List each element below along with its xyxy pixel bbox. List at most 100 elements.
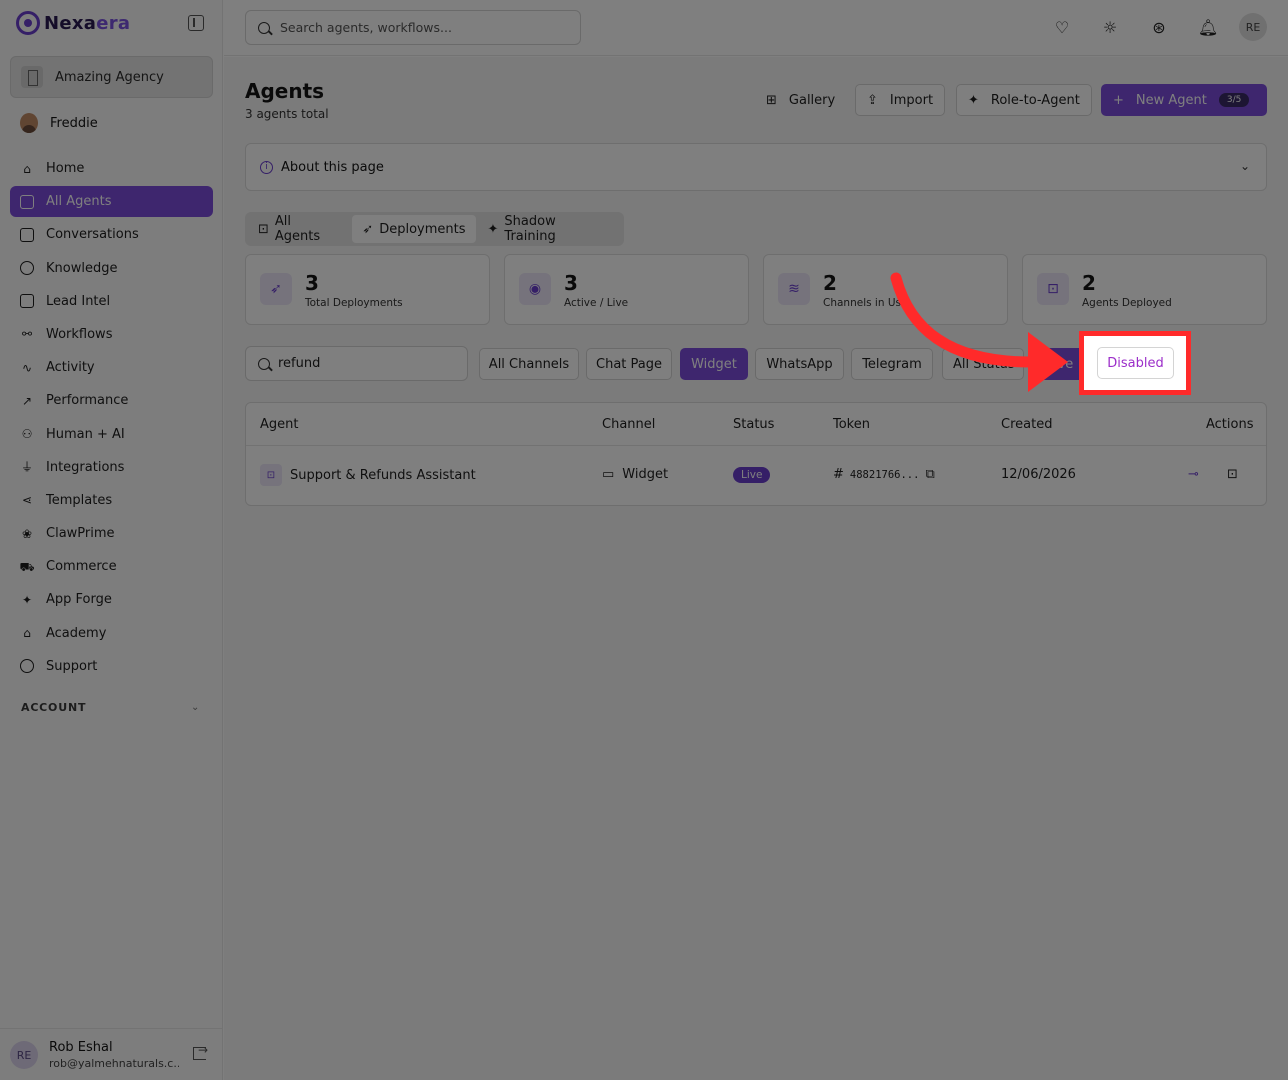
sidebar-item-home[interactable]: ⌂ Home	[10, 153, 213, 184]
sidebar-item-workflows[interactable]: ⚯ Workflows	[10, 319, 213, 350]
gallery-button[interactable]: ⊞ Gallery	[754, 84, 847, 116]
search-icon	[258, 21, 270, 34]
sidebar-item-templates[interactable]: ⋖ Templates	[10, 485, 213, 516]
stat-channels-in-use: ≋ 2 Channels in Use	[763, 254, 1008, 325]
sidebar-item-knowledge[interactable]: Knowledge	[10, 253, 213, 284]
deployment-search-input[interactable]	[278, 356, 458, 371]
rocket-icon: ➶	[362, 221, 374, 237]
global-search[interactable]	[245, 10, 581, 45]
chat-icon: ▭	[602, 467, 615, 482]
brand-logo[interactable]: Nexaera	[16, 10, 130, 36]
sidebar-item-all-agents[interactable]: All Agents	[10, 186, 213, 218]
org-name: Amazing Agency	[55, 69, 164, 85]
footer-avatar[interactable]: RE	[10, 1041, 38, 1069]
sidebar-item-app-forge[interactable]: ✦ App Forge	[10, 584, 213, 615]
activity-icon: ∿	[21, 360, 33, 375]
heart-icon[interactable]: ♡	[1053, 18, 1071, 37]
bot-icon: ⊡	[1037, 273, 1069, 305]
sidebar-item-activity[interactable]: ∿ Activity	[10, 352, 213, 383]
plug-icon: ⏚	[20, 460, 33, 475]
tab-all-agents[interactable]: ⊡ All Agents	[248, 214, 350, 244]
topbar: ♡ ☼ ⊛ 🔔︎ RE	[224, 0, 1288, 56]
main-content: Agents 3 agents total ⊞ Gallery ⇪ Import ✦…	[224, 57, 1288, 1080]
info-icon: i	[260, 160, 273, 174]
graduation-icon: ⌂	[23, 626, 31, 641]
nexaera-logo-icon	[16, 11, 40, 35]
tab-deployments[interactable]: ➶ Deployments	[352, 215, 476, 243]
deployment-search[interactable]	[245, 346, 468, 381]
filter-disabled[interactable]: Disabled	[1097, 347, 1174, 379]
sidebar-item-clawprime[interactable]: ❀ ClawPrime	[10, 518, 213, 549]
sidebar-item-commerce[interactable]: ⛟ Commerce	[10, 551, 213, 582]
upload-icon: ⇪	[867, 92, 878, 108]
tab-shadow-training[interactable]: ✦ Shadow Training	[478, 214, 621, 244]
home-icon: ⌂	[23, 161, 31, 176]
filter-widget[interactable]: Widget	[680, 348, 748, 380]
account-section-label[interactable]: ACCOUNT	[21, 701, 86, 714]
search-icon	[258, 357, 270, 370]
filter-whatsapp[interactable]: WhatsApp	[755, 348, 844, 380]
brand-name-accent: era	[96, 12, 131, 34]
row-agent-name[interactable]: Support & Refunds Assistant	[290, 468, 476, 483]
building-icon	[21, 66, 43, 88]
sidebar-nav: ⌂ Home All Agents Conversations Knowledge…	[10, 153, 213, 684]
agent-quota-badge: 3/5	[1218, 93, 1250, 107]
role-to-agent-button[interactable]: ✦ Role-to-Agent	[956, 84, 1092, 116]
user-avatar	[20, 113, 38, 133]
cart-icon: ⛟	[19, 559, 35, 574]
sidebar-collapse-icon[interactable]	[188, 15, 204, 31]
filter-telegram[interactable]: Telegram	[851, 348, 933, 380]
bell-icon[interactable]: 🔔︎	[1198, 18, 1218, 37]
current-user[interactable]: Freddie	[20, 113, 98, 133]
top-avatar[interactable]: RE	[1239, 13, 1267, 41]
plus-icon: +	[1113, 92, 1124, 108]
filter-all-channels[interactable]: All Channels	[479, 348, 579, 380]
org-switcher[interactable]: Amazing Agency	[10, 56, 213, 98]
footer-user-name: Rob Eshal	[49, 1040, 113, 1055]
logout-icon[interactable]	[193, 1043, 208, 1060]
sidebar-item-academy[interactable]: ⌂ Academy	[10, 618, 213, 649]
row-created: 12/06/2026	[1001, 467, 1076, 482]
new-agent-button[interactable]: + New Agent 3/5	[1101, 84, 1267, 116]
brand-name: Nexa	[44, 12, 97, 34]
hash-icon: #	[833, 467, 844, 482]
col-actions: Actions	[1206, 417, 1254, 432]
col-token: Token	[833, 417, 870, 432]
sparkle-icon: ✦	[968, 92, 979, 108]
contact-icon	[20, 294, 34, 309]
paw-icon: ❀	[21, 526, 33, 541]
sidebar-item-support[interactable]: Support	[10, 651, 213, 682]
sun-icon[interactable]: ☼	[1101, 18, 1119, 37]
share-icon: ⋖	[21, 493, 33, 508]
bot-settings-icon[interactable]: ⊡	[1227, 467, 1238, 482]
lifebuoy-icon[interactable]: ⊛	[1150, 18, 1168, 37]
chevron-down-icon[interactable]: ⌄	[191, 702, 199, 713]
copy-icon[interactable]: ⧉	[925, 467, 934, 482]
sidebar-item-lead-intel[interactable]: Lead Intel	[10, 286, 213, 317]
stat-total-deployments: ➶ 3 Total Deployments	[245, 254, 490, 325]
import-button[interactable]: ⇪ Import	[855, 84, 946, 116]
chevron-down-icon: ⌄	[1239, 159, 1250, 173]
toggle-icon[interactable]: ⊸	[1188, 467, 1199, 482]
bot-icon: ⊡	[258, 221, 269, 237]
status-badge: Live	[733, 467, 771, 483]
chat-icon	[20, 227, 34, 242]
sparkle-icon: ✦	[487, 221, 499, 237]
row-channel: Widget	[622, 467, 669, 482]
sidebar-item-integrations[interactable]: ⏚ Integrations	[10, 452, 213, 483]
about-this-page[interactable]: i About this page ⌄	[245, 143, 1267, 191]
view-tabs: ⊡ All Agents ➶ Deployments ✦ Shadow Trainin…	[245, 212, 624, 246]
filter-chat-page[interactable]: Chat Page	[586, 348, 672, 380]
broadcast-icon: ◉	[519, 273, 551, 305]
global-search-input[interactable]	[280, 20, 560, 35]
sparkle-icon: ✦	[21, 592, 33, 607]
stat-active-live: ◉ 3 Active / Live	[504, 254, 749, 325]
bot-icon	[20, 194, 34, 209]
trend-icon: ↗	[21, 393, 33, 408]
sidebar-item-human-ai[interactable]: ⚇ Human + AI	[10, 419, 213, 450]
sidebar-item-conversations[interactable]: Conversations	[10, 219, 213, 250]
rocket-icon: ➶	[260, 273, 292, 305]
col-created: Created	[1001, 417, 1053, 432]
sidebar-item-performance[interactable]: ↗ Performance	[10, 385, 213, 416]
filter-all-status[interactable]: All Status	[942, 348, 1024, 380]
